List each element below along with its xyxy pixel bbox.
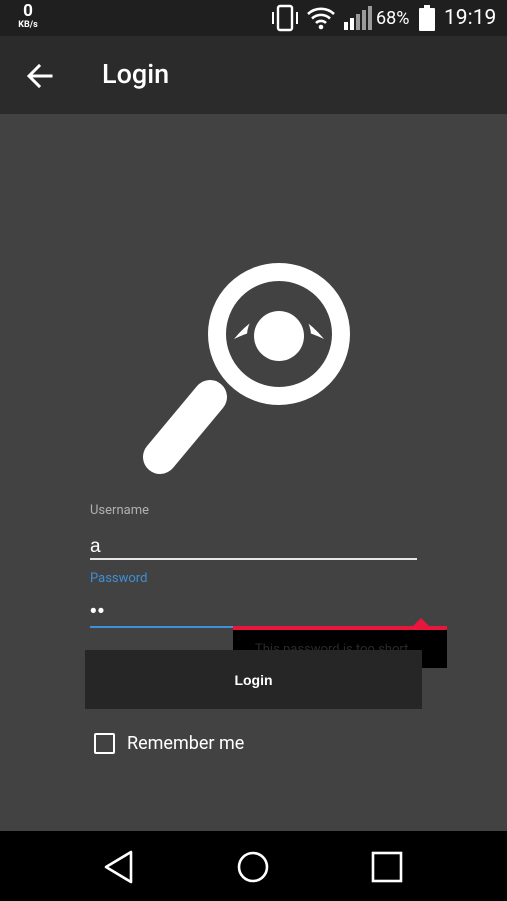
login-button[interactable]: Login — [85, 650, 422, 709]
vibrate-icon — [272, 4, 298, 32]
magnifier-eye-icon — [143, 263, 350, 474]
checkbox-box[interactable] — [94, 732, 115, 754]
triangle-back-icon[interactable] — [99, 847, 139, 887]
battery-percentage: 68% — [376, 8, 410, 29]
network-speed-value: 0 — [23, 1, 33, 21]
square-recents-icon[interactable] — [367, 847, 407, 887]
password-input[interactable] — [90, 597, 417, 627]
page-title: Login — [102, 58, 170, 90]
password-label: Password — [90, 571, 148, 586]
network-speed: 0 KB/s — [14, 3, 42, 30]
app-bar: Login — [0, 36, 507, 114]
clock: 19:19 — [444, 6, 497, 30]
remember-me-checkbox[interactable]: Remember me — [94, 730, 244, 756]
username-label: Username — [90, 503, 149, 518]
remember-me-label: Remember me — [127, 732, 245, 754]
arrow-back-icon[interactable] — [24, 60, 56, 92]
navigation-bar — [0, 831, 507, 901]
status-bar: 0 KB/s 68% 19:19 — [0, 0, 507, 36]
circle-home-icon[interactable] — [233, 847, 273, 887]
error-popup-arrow — [413, 618, 429, 626]
signal-icon — [344, 6, 372, 30]
battery-icon — [419, 5, 435, 31]
username-underline — [90, 558, 417, 560]
network-speed-unit: KB/s — [18, 20, 38, 30]
wifi-icon — [307, 7, 335, 30]
